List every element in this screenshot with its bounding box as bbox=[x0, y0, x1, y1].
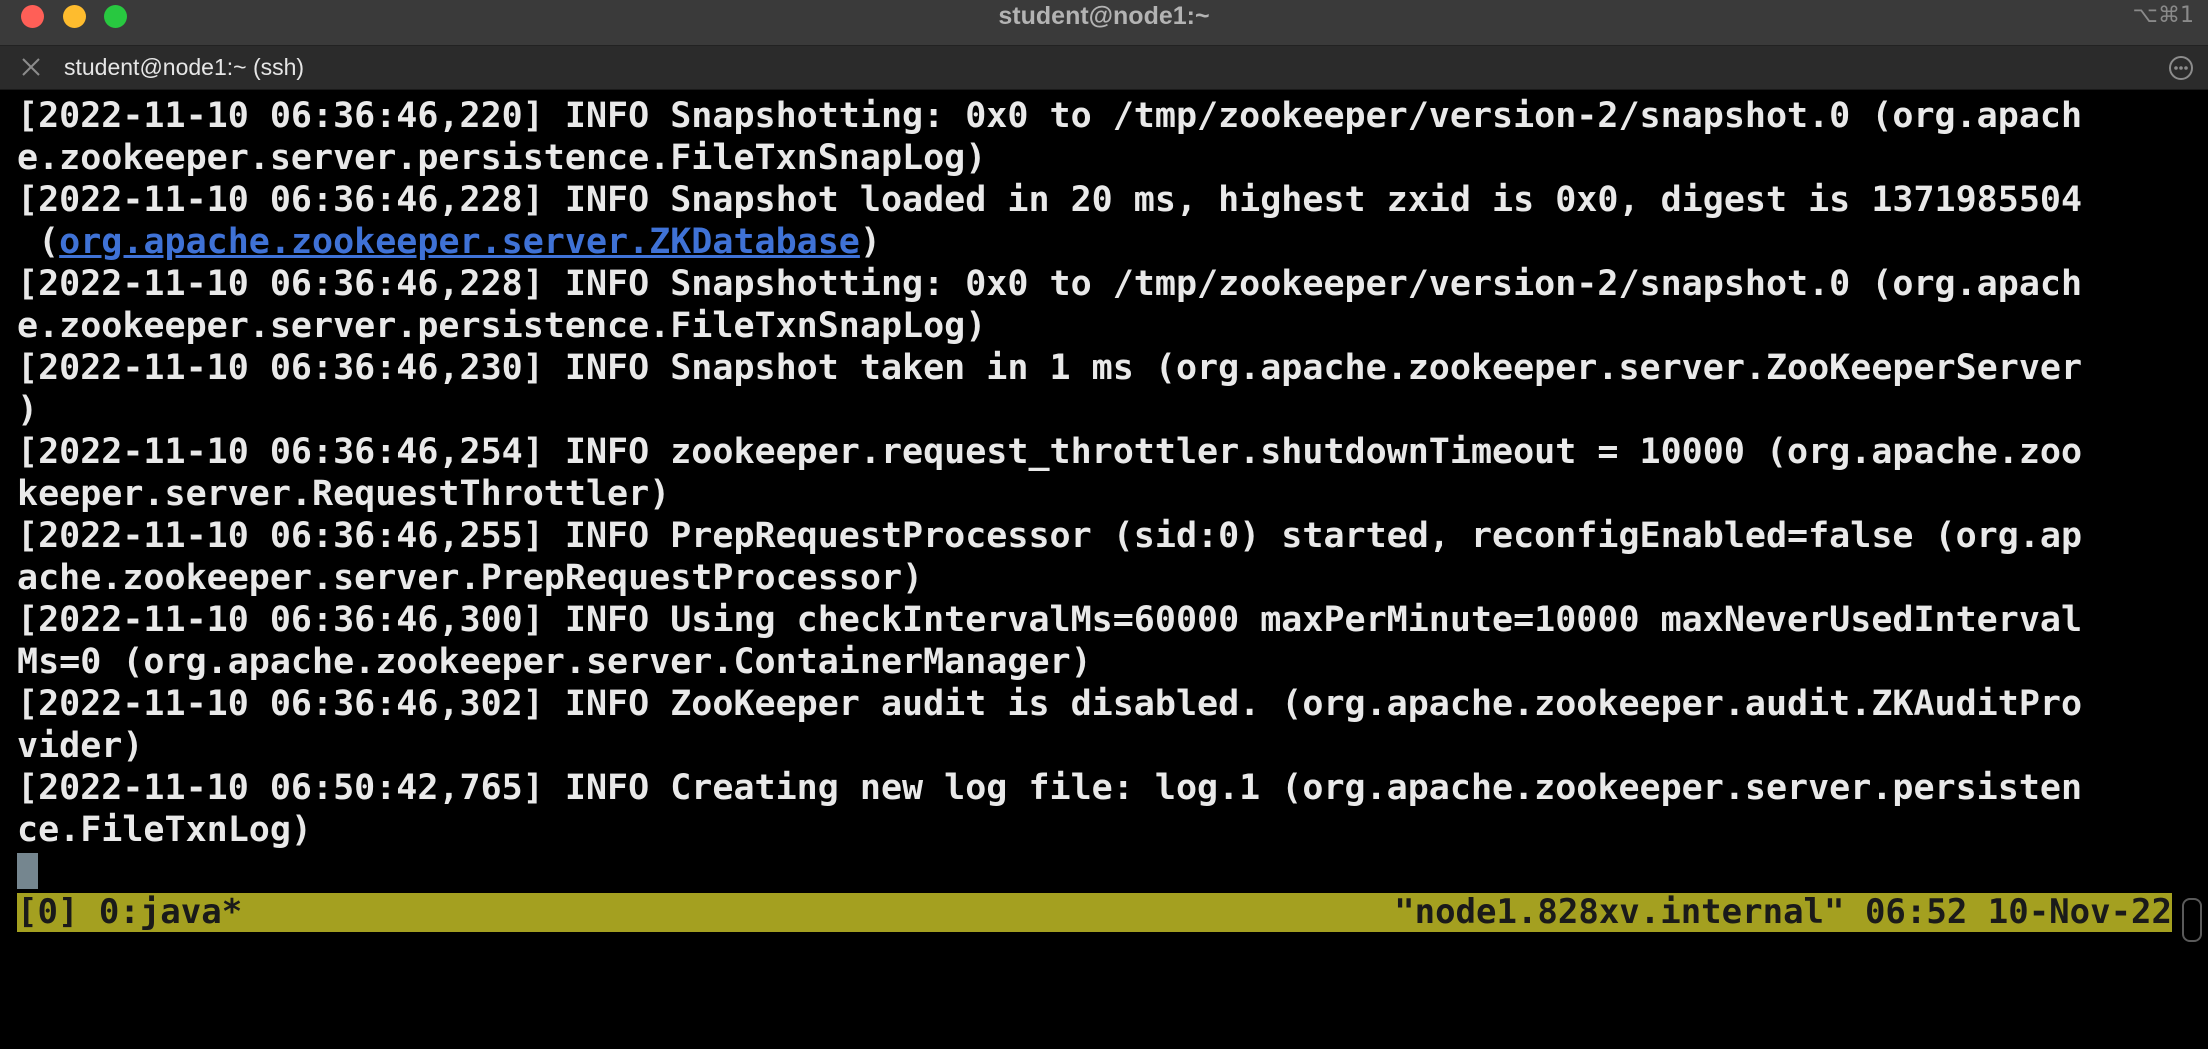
terminal-line: [2022-11-10 06:36:46,302] INFO ZooKeeper… bbox=[17, 684, 2083, 724]
terminal-line: [2022-11-10 06:36:46,230] INFO Snapshot … bbox=[17, 348, 2083, 388]
tmux-status-bar: [0] 0:java* "node1.828xv.internal" 06:52… bbox=[17, 893, 2172, 932]
terminal-line-with-link: (org.apache.zookeeper.server.ZKDatabase) bbox=[17, 221, 2177, 263]
terminal-line: [2022-11-10 06:36:46,254] INFO zookeeper… bbox=[17, 432, 2083, 472]
terminal-line: [2022-11-10 06:36:46,300] INFO Using che… bbox=[17, 600, 2083, 640]
window-title: student@node1:~ bbox=[998, 2, 1210, 30]
terminal-line: [2022-11-10 06:36:46,228] INFO Snapshot … bbox=[17, 180, 2083, 220]
tmux-window-list[interactable]: [0] 0:java* bbox=[17, 893, 242, 932]
terminal-line: [2022-11-10 06:36:46,255] INFO PrepReque… bbox=[17, 516, 2083, 556]
terminal-window: student@node1:~ ⌥⌘1 student@node1:~ (ssh… bbox=[0, 0, 2208, 942]
terminal-line: vider) bbox=[17, 726, 144, 766]
close-icon[interactable] bbox=[20, 56, 42, 78]
terminal-line: keeper.server.RequestThrottler) bbox=[17, 474, 671, 514]
terminal-line: ce.FileTxnLog) bbox=[17, 810, 313, 850]
terminal-line: [2022-11-10 06:50:42,765] INFO Creating … bbox=[17, 768, 2083, 808]
terminal-output[interactable]: [2022-11-10 06:36:46,220] INFO Snapshott… bbox=[17, 95, 2177, 885]
terminal-cursor bbox=[17, 853, 38, 889]
terminal-line: e.zookeeper.server.persistence.FileTxnSn… bbox=[17, 306, 987, 346]
link-suffix: ) bbox=[859, 222, 881, 262]
terminal-line: [2022-11-10 06:36:46,228] INFO Snapshott… bbox=[17, 264, 2083, 304]
tab-ssh-session[interactable]: student@node1:~ (ssh) bbox=[64, 46, 304, 89]
terminal-line: ) bbox=[17, 390, 39, 430]
tab-bar: student@node1:~ (ssh) bbox=[0, 46, 2208, 90]
terminal-line: [2022-11-10 06:36:46,220] INFO Snapshott… bbox=[17, 96, 2083, 136]
zkdatabase-link[interactable]: org.apache.zookeeper.server.ZKDatabase bbox=[59, 222, 860, 262]
link-prefix: ( bbox=[17, 222, 60, 262]
title-bar[interactable]: student@node1:~ ⌥⌘1 bbox=[0, 0, 2208, 46]
window-shortcut-label: ⌥⌘1 bbox=[2132, 3, 2194, 28]
scrollbar[interactable] bbox=[2182, 898, 2202, 942]
terminal-line: e.zookeeper.server.persistence.FileTxnSn… bbox=[17, 138, 987, 178]
terminal-line: ache.zookeeper.server.PrepRequestProcess… bbox=[17, 558, 924, 598]
tmux-status-right: "node1.828xv.internal" 06:52 10-Nov-22 bbox=[1394, 892, 2172, 932]
terminal-line: Ms=0 (org.apache.zookeeper.server.Contai… bbox=[17, 642, 1092, 682]
ellipsis-icon[interactable] bbox=[2168, 55, 2194, 81]
